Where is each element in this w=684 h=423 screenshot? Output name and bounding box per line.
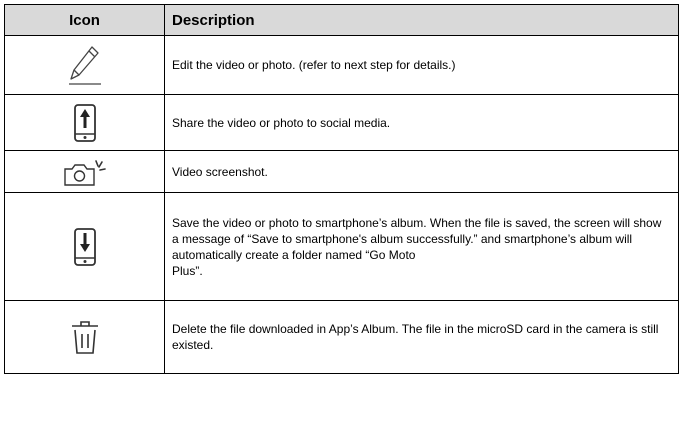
row-description: Delete the file downloaded in App’s Albu…	[164, 300, 679, 374]
icon-cell	[4, 150, 165, 193]
icon-cell	[4, 192, 165, 301]
table-header-row: Icon Description	[4, 4, 679, 36]
header-description: Description	[164, 4, 679, 36]
icon-description-table: Icon Description Edit the video or photo…	[4, 4, 679, 374]
row-description: Share the video or photo to social media…	[164, 94, 679, 151]
trash-icon	[71, 321, 98, 354]
header-icon: Icon	[4, 4, 165, 36]
edit-pencil-icon	[68, 46, 101, 85]
camera-screenshot-icon	[63, 159, 106, 186]
icon-cell	[4, 94, 165, 151]
icon-cell	[4, 35, 165, 95]
table-row: Save the video or photo to smartphone’s …	[4, 192, 679, 301]
table-row: Video screenshot.	[4, 150, 679, 193]
row-description: Save the video or photo to smartphone’s …	[164, 192, 679, 301]
table-row: Edit the video or photo. (refer to next …	[4, 35, 679, 95]
row-description: Edit the video or photo. (refer to next …	[164, 35, 679, 95]
table-row: Delete the file downloaded in App’s Albu…	[4, 300, 679, 374]
icon-cell	[4, 300, 165, 374]
save-to-phone-icon	[73, 227, 96, 266]
share-phone-icon	[73, 103, 96, 142]
table-row: Share the video or photo to social media…	[4, 94, 679, 151]
row-description: Video screenshot.	[164, 150, 679, 193]
